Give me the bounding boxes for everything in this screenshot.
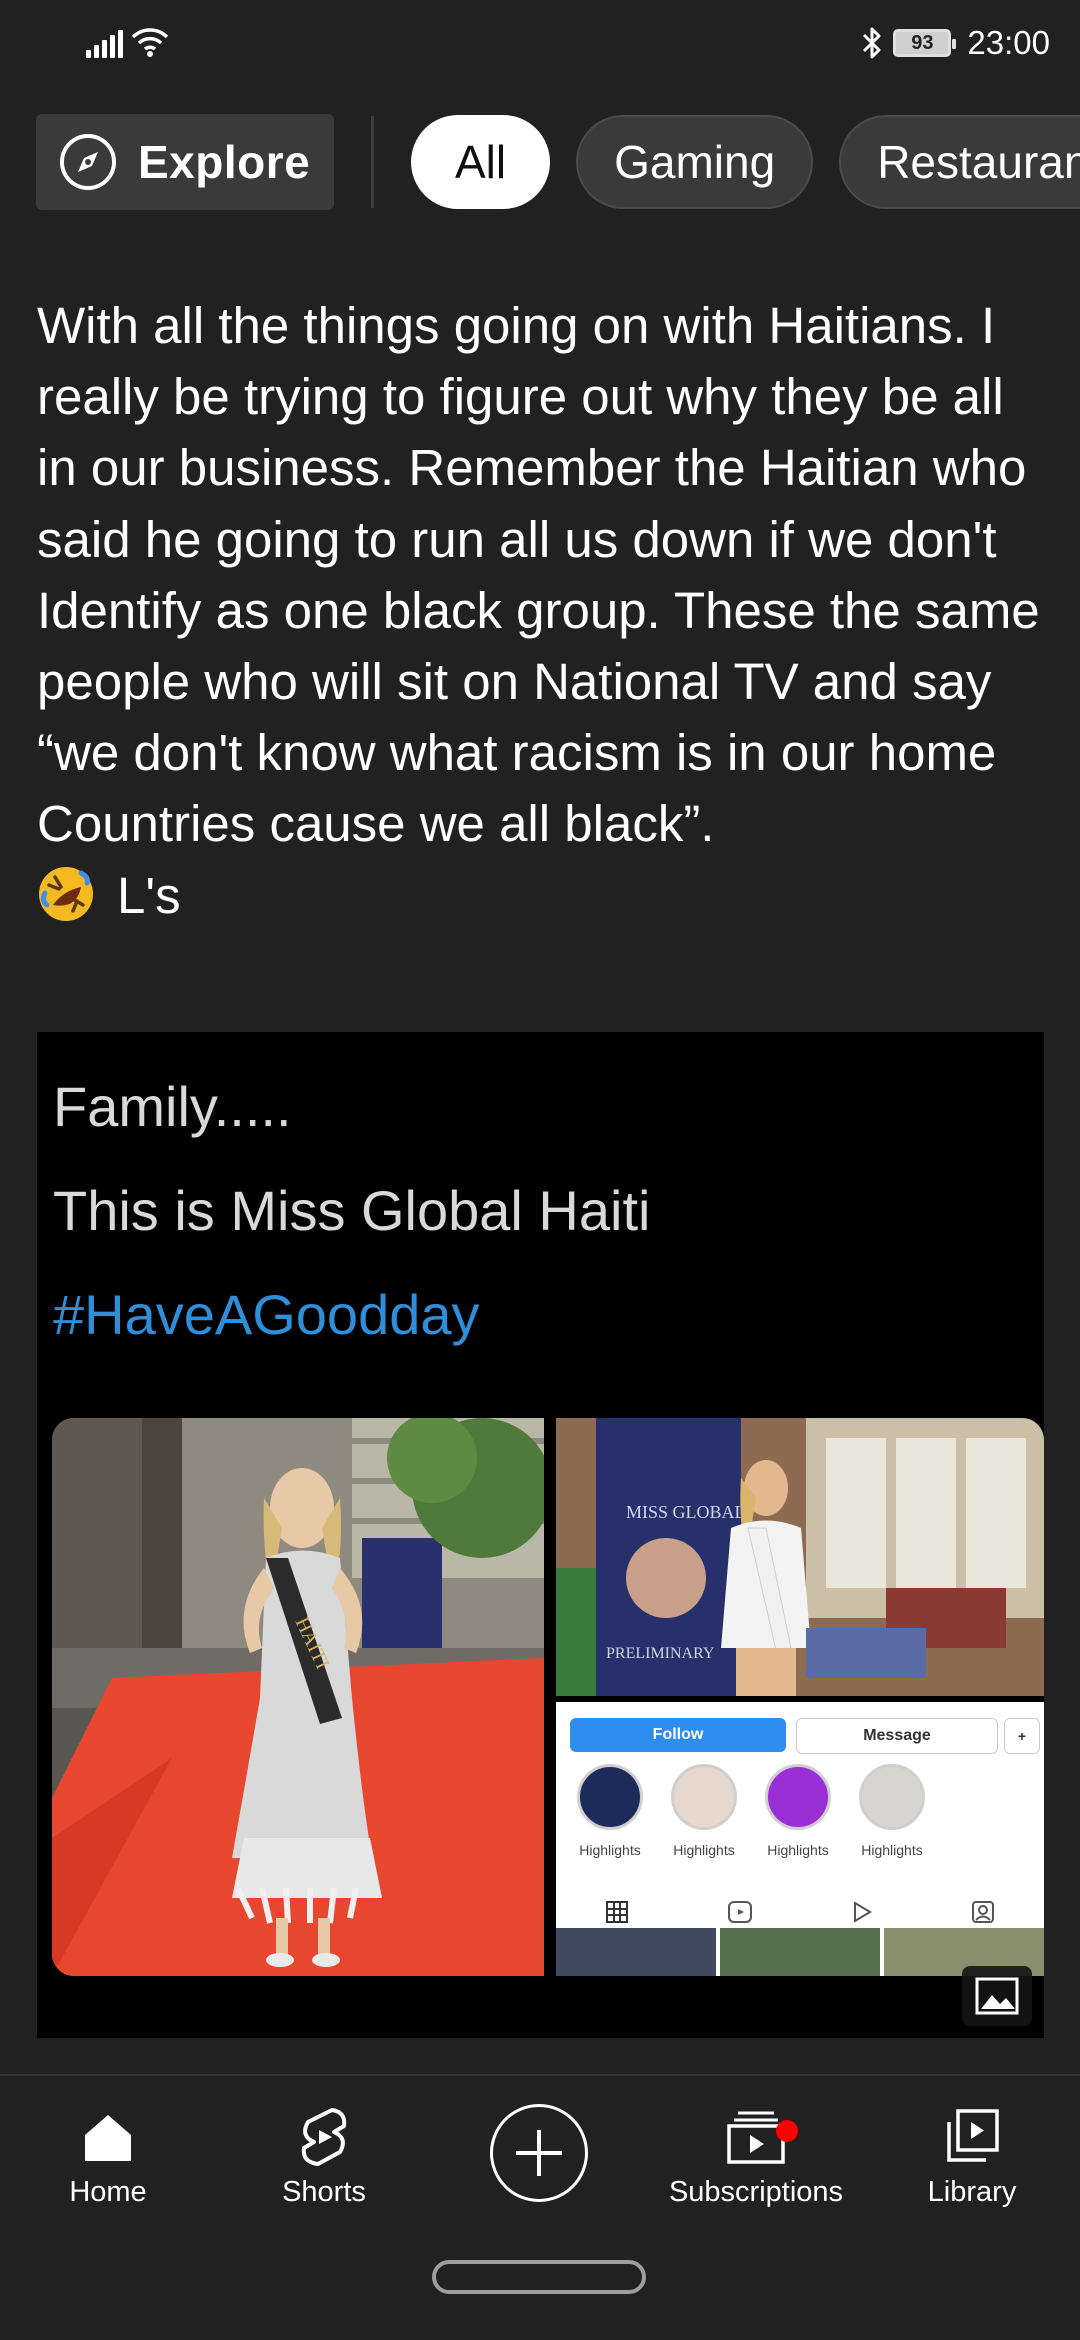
ig-highlight: Highlights [668,1764,740,1858]
reels-icon [728,1901,752,1923]
status-left [86,26,169,58]
create-button[interactable] [490,2104,588,2202]
red-carpet-photo-illustration: HAITI [52,1418,544,1976]
nav-shorts[interactable]: Shorts [224,2102,424,2209]
bottom-navigation: Home Shorts Subscriptions Library [0,2074,1080,2340]
shorts-icon [301,2108,347,2166]
ig-follow-button: Follow [570,1718,786,1752]
nav-library-label: Library [927,2176,1017,2208]
image-hashtag: #HaveAGoodday [53,1283,480,1346]
status-right: 93 23:00 [861,24,1050,62]
status-bar: 93 23:00 [0,0,1080,95]
home-gesture-bar[interactable] [432,2260,646,2294]
ig-highlight: Highlights [574,1764,646,1858]
chip-all[interactable]: All [411,115,551,209]
photo-red-carpet: HAITI [52,1418,544,1976]
clock: 23:00 [967,24,1050,61]
rolling-on-floor-laughing-emoji-icon [39,866,93,921]
instagram-profile-screenshot: Follow Message + Highlights Highlights H… [556,1702,1044,1976]
tagged-icon [972,1901,994,1923]
plus-icon [516,2130,562,2176]
ig-thumb [556,1928,716,1976]
explore-label: Explore [138,136,311,188]
photo-pageant-banner: MISS GLOBAL PRELIMINARY [556,1418,1044,1696]
chip-restaurants[interactable]: Restaurants [839,115,1080,209]
compass-icon [60,134,116,190]
chip-divider [371,116,374,208]
image-gallery-icon[interactable] [962,1966,1032,2026]
grid-icon [606,1901,628,1923]
wifi-icon [131,28,169,57]
banner-text: MISS GLOBAL [626,1502,746,1522]
nav-library[interactable]: Library [872,2102,1072,2209]
image-text-line-2: This is Miss Global Haiti [53,1179,651,1242]
signal-icon [86,28,123,58]
ig-thumb [720,1928,880,1976]
notification-dot [776,2120,798,2142]
nav-home-label: Home [69,2176,147,2208]
nav-shorts-label: Shorts [282,2176,366,2208]
filter-chip-bar: Explore All Gaming Restaurants [36,114,1080,210]
bluetooth-icon [863,27,881,59]
nav-subscriptions-label: Subscriptions [668,2176,844,2208]
library-icon [947,2109,999,2162]
community-post-text: With all the things going on with Haitia… [37,290,1047,931]
picture-icon [975,1977,1019,2015]
ig-highlight: Highlights [762,1764,834,1858]
post-body: With all the things going on with Haitia… [37,297,1054,853]
chip-gaming[interactable]: Gaming [576,115,814,209]
explore-button[interactable]: Explore [36,114,334,210]
image-text-line-1: Family..... [53,1075,292,1138]
ig-highlight: Highlights [856,1764,928,1858]
play-icon [854,1901,872,1923]
pageant-banner-illustration: MISS GLOBAL PRELIMINARY [556,1418,1044,1696]
ig-message-button: Message [796,1718,998,1754]
app-screen: 93 23:00 Explore All Gaming Restaurants … [0,0,1080,2340]
battery-icon: 93 [893,29,957,57]
post-suffix: L's [117,866,181,924]
nav-subscriptions[interactable]: Subscriptions [656,2102,856,2209]
home-icon [85,2115,131,2161]
ig-tab-bar [556,1892,1044,1932]
post-image[interactable]: Family..... This is Miss Global Haiti #H… [37,1032,1044,2038]
preliminary-text: PRELIMINARY [606,1645,715,1662]
battery-level: 93 [911,31,934,54]
ig-add-user-icon: + [1004,1718,1040,1754]
nav-home[interactable]: Home [8,2102,208,2209]
